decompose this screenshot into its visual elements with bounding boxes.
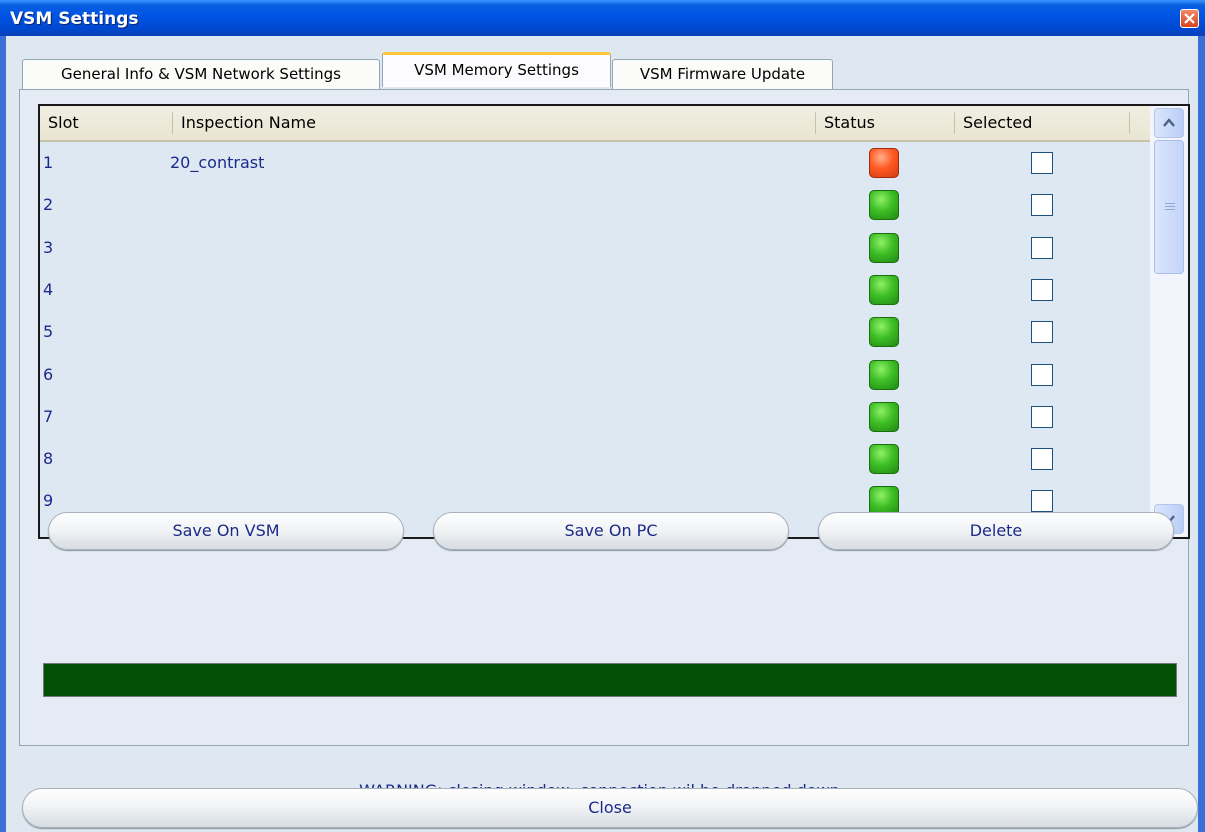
table-row[interactable]: 7 [40, 396, 1150, 438]
table-row[interactable]: 5 [40, 311, 1150, 353]
delete-button[interactable]: Delete [818, 512, 1174, 550]
scroll-thumb[interactable] [1154, 140, 1184, 274]
inspection-table: Slot Inspection Name Status Selected 1 20… [38, 104, 1190, 539]
vertical-scrollbar[interactable] [1150, 106, 1188, 537]
table-row[interactable]: 6 [40, 354, 1150, 396]
title-bar[interactable]: VSM Settings [0, 0, 1205, 36]
progress-bar [43, 663, 1177, 697]
status-indicator [869, 148, 899, 178]
slot-cell: 3 [43, 237, 54, 257]
status-indicator [869, 359, 899, 390]
slot-cell: 7 [43, 406, 54, 426]
column-slot[interactable]: Slot [40, 106, 173, 140]
tab-firmware-update[interactable]: VSM Firmware Update [612, 59, 833, 89]
column-selected[interactable]: Selected [955, 106, 1130, 140]
status-indicator [869, 401, 899, 432]
slot-cell: 4 [43, 279, 54, 299]
save-on-vsm-button[interactable]: Save On VSM [48, 512, 404, 550]
window-title: VSM Settings [10, 9, 139, 29]
status-indicator [869, 190, 899, 221]
selected-checkbox[interactable] [1031, 236, 1053, 259]
scroll-up-button[interactable] [1154, 108, 1184, 138]
slot-cell: 6 [43, 364, 54, 384]
tab-memory-settings[interactable]: VSM Memory Settings [382, 52, 611, 87]
tab-general-info[interactable]: General Info & VSM Network Settings [22, 59, 380, 89]
status-indicator [869, 317, 899, 348]
table-row[interactable]: 2 [40, 184, 1150, 226]
column-inspection-name[interactable]: Inspection Name [173, 106, 816, 140]
client-area: General Info & VSM Network Settings VSM … [6, 36, 1198, 832]
column-status[interactable]: Status [816, 106, 955, 140]
save-on-pc-button[interactable]: Save On PC [433, 512, 789, 550]
progress-fill [44, 664, 1176, 696]
selected-checkbox[interactable] [1031, 152, 1053, 174]
slot-cell: 2 [43, 195, 54, 215]
slot-cell: 8 [43, 449, 54, 469]
status-indicator [869, 444, 899, 475]
selected-checkbox[interactable] [1031, 490, 1053, 513]
slot-cell: 9 [43, 491, 54, 511]
selected-checkbox[interactable] [1031, 278, 1053, 301]
slot-cell: 1 [43, 153, 54, 172]
selected-checkbox[interactable] [1031, 363, 1053, 386]
table-header: Slot Inspection Name Status Selected [40, 106, 1150, 142]
selected-checkbox[interactable] [1031, 405, 1053, 428]
status-indicator [869, 232, 899, 263]
selected-checkbox[interactable] [1031, 321, 1053, 344]
vsm-settings-window: VSM Settings General Info & VSM Network … [0, 0, 1205, 832]
table-row[interactable]: 3 [40, 227, 1150, 269]
table-row[interactable]: 1 20_contrast [40, 142, 1150, 184]
status-indicator [869, 274, 899, 305]
table-row[interactable]: 8 [40, 438, 1150, 480]
selected-checkbox[interactable] [1031, 448, 1053, 471]
selected-checkbox[interactable] [1031, 194, 1053, 217]
close-window-icon[interactable] [1180, 9, 1199, 28]
table-row[interactable]: 4 [40, 269, 1150, 311]
inspection-name-cell: 20_contrast [170, 153, 265, 172]
close-button[interactable]: Close [22, 788, 1198, 828]
slot-cell: 5 [43, 322, 54, 342]
